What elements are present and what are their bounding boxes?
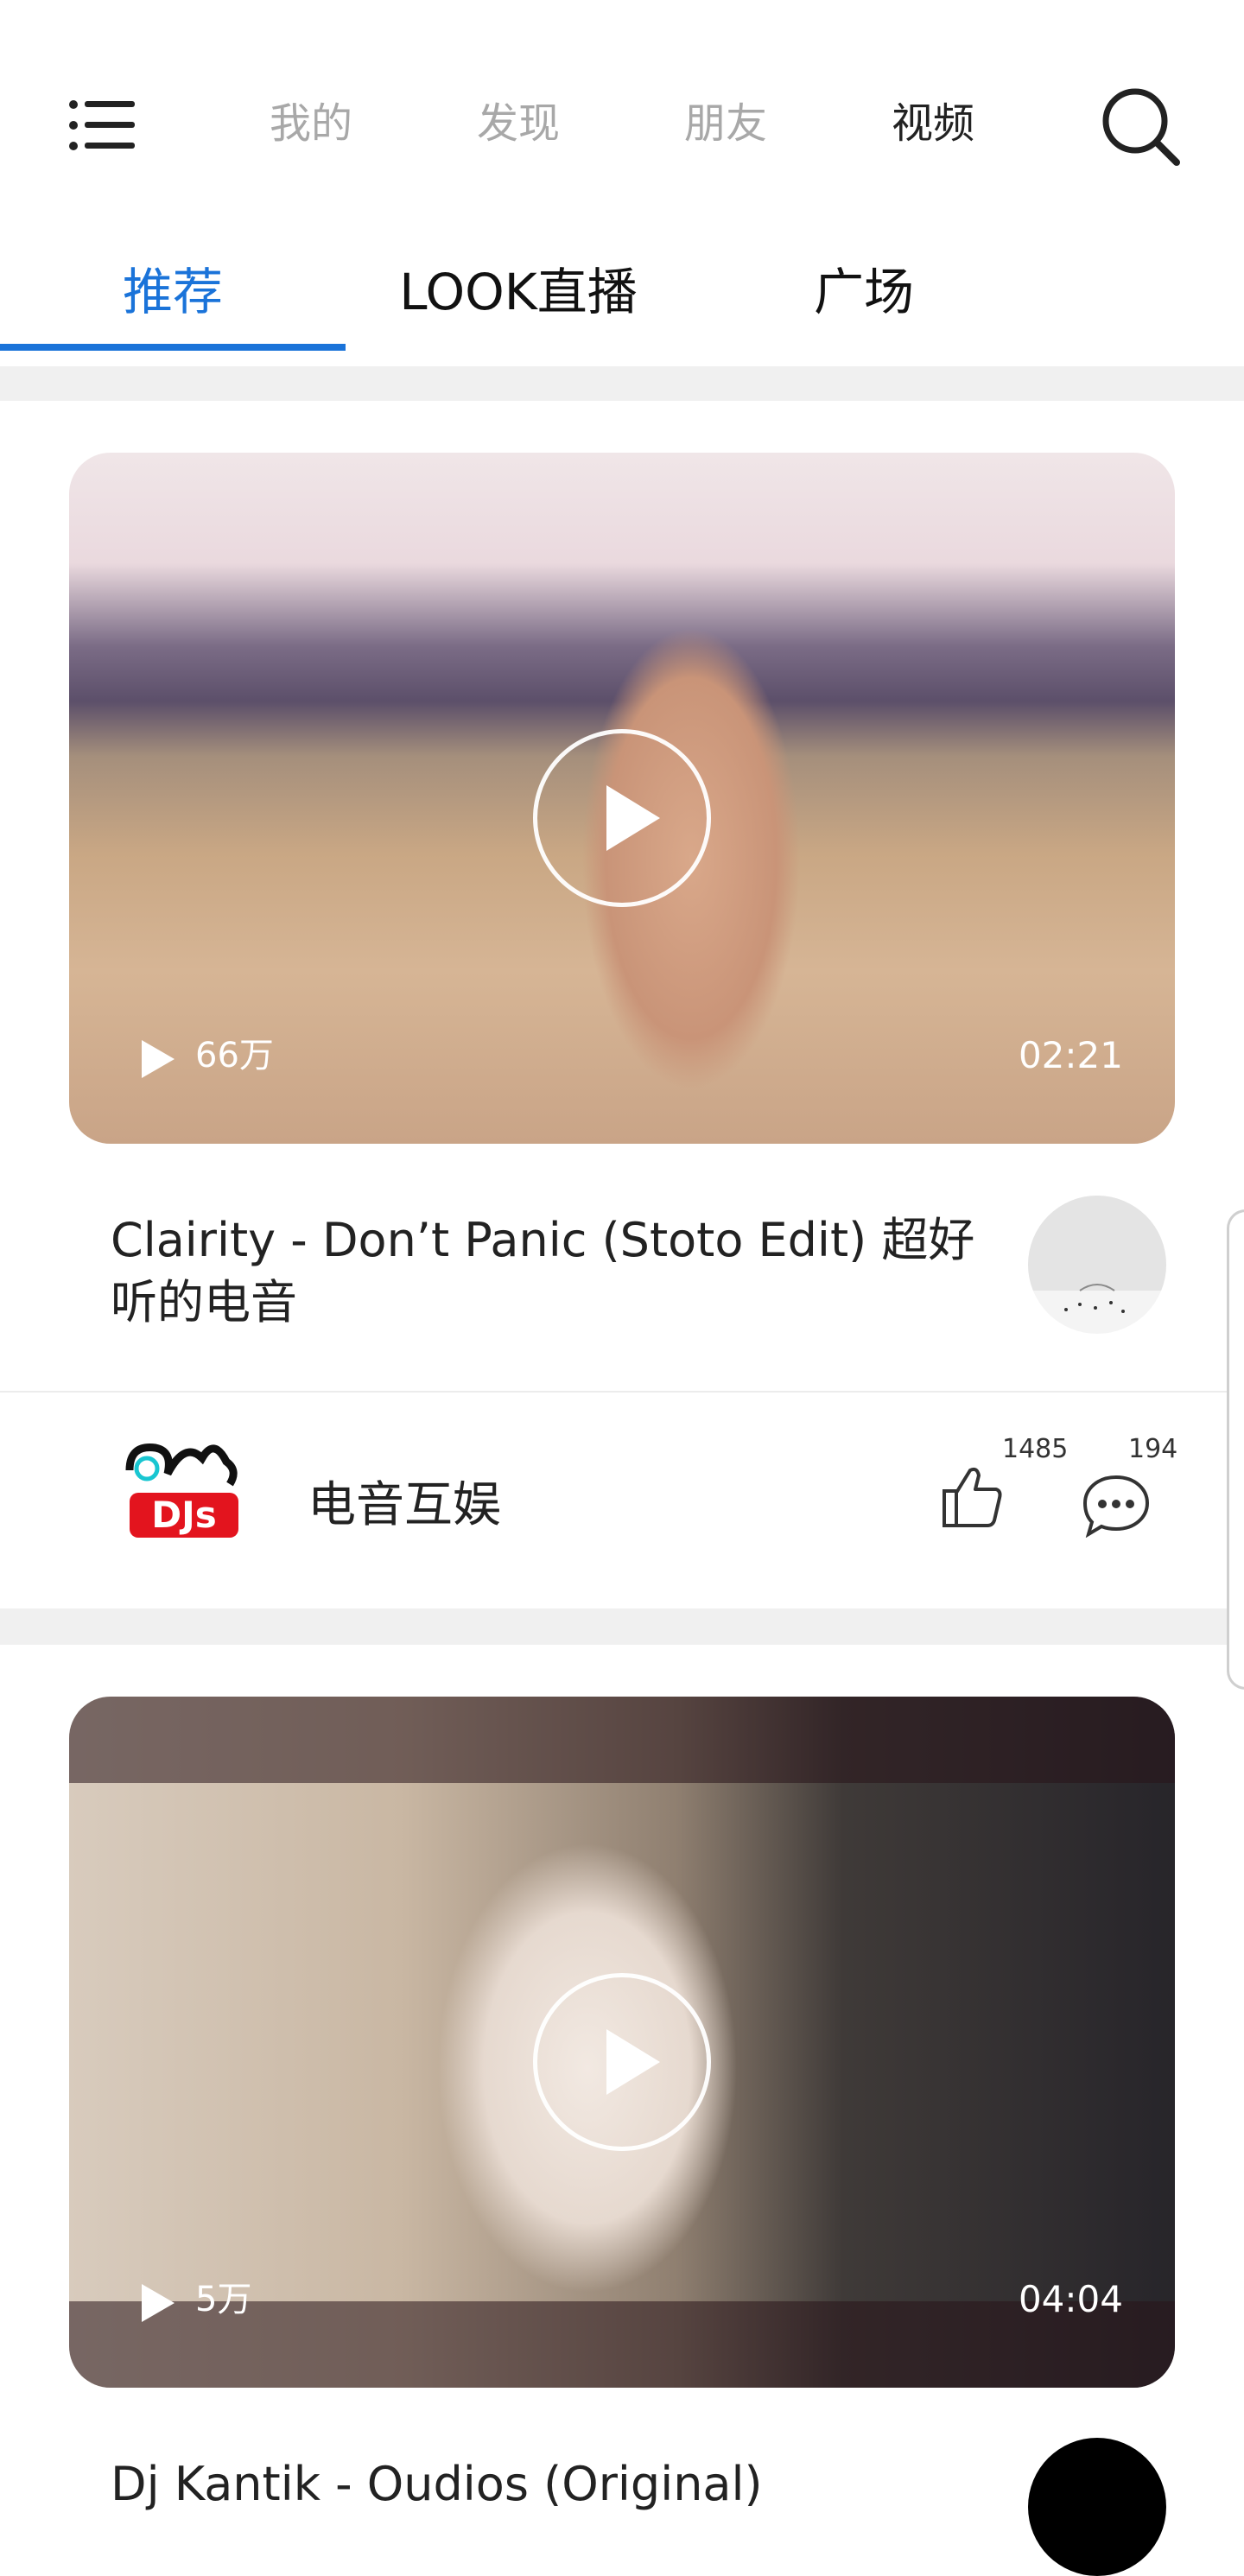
video-thumbnail[interactable]: 5万 04:04 xyxy=(69,1697,1175,2388)
top-navigation-bar: 我的 发现 朋友 视频 xyxy=(0,0,1244,190)
list-menu-icon[interactable] xyxy=(69,99,136,151)
blur-band-top xyxy=(69,1697,1175,1783)
tab-discover[interactable]: 发现 xyxy=(449,93,587,154)
subtab-look-live[interactable]: LOOK直播 xyxy=(380,257,657,327)
view-count-label: 66万 xyxy=(195,1036,274,1075)
play-button-icon[interactable] xyxy=(533,1973,711,2151)
video-duration: 04:04 xyxy=(1018,2278,1123,2320)
play-small-icon xyxy=(142,1040,175,1078)
play-small-icon xyxy=(142,2284,175,2322)
dj-logo-avatar[interactable]: DJs xyxy=(112,1436,251,1557)
thumbs-up-icon[interactable] xyxy=(937,1462,1006,1531)
section-divider xyxy=(0,1608,1244,1645)
video-thumbnail[interactable]: 66万 02:21 xyxy=(69,453,1175,1144)
comment-count: 194 xyxy=(1128,1434,1178,1464)
tab-friends[interactable]: 朋友 xyxy=(657,93,795,154)
like-count: 1485 xyxy=(1002,1434,1069,1464)
uploader-avatar[interactable] xyxy=(1028,1196,1166,1334)
uploader-avatar[interactable] xyxy=(1028,2438,1166,2576)
video-title[interactable]: Dj Kantik - Oudios (Original) xyxy=(111,2453,992,2516)
subtab-square[interactable]: 广场 xyxy=(778,257,950,327)
section-divider xyxy=(0,366,1244,401)
scrollbar[interactable] xyxy=(1227,1209,1244,1690)
search-icon[interactable] xyxy=(1097,83,1184,169)
tab-mine[interactable]: 我的 xyxy=(242,93,380,154)
author-row: DJs 电音互娱 1485 194 xyxy=(0,1391,1244,1608)
author-name[interactable]: 电音互娱 xyxy=(308,1466,501,1536)
view-count-label: 5万 xyxy=(195,2280,252,2319)
comment-icon[interactable] xyxy=(1082,1472,1151,1538)
view-count: 5万 xyxy=(142,2274,251,2325)
video-title[interactable]: Clairity - Don’t Panic (Stoto Edit) 超好听的… xyxy=(111,1209,992,1334)
svg-text:DJs: DJs xyxy=(151,1494,217,1536)
subtab-recommended[interactable]: 推荐 xyxy=(86,257,259,327)
tab-video[interactable]: 视频 xyxy=(864,93,1002,154)
play-button-icon[interactable] xyxy=(533,729,711,907)
view-count: 66万 xyxy=(142,1030,274,1082)
video-duration: 02:21 xyxy=(1018,1034,1123,1076)
active-tab-indicator xyxy=(0,344,346,351)
